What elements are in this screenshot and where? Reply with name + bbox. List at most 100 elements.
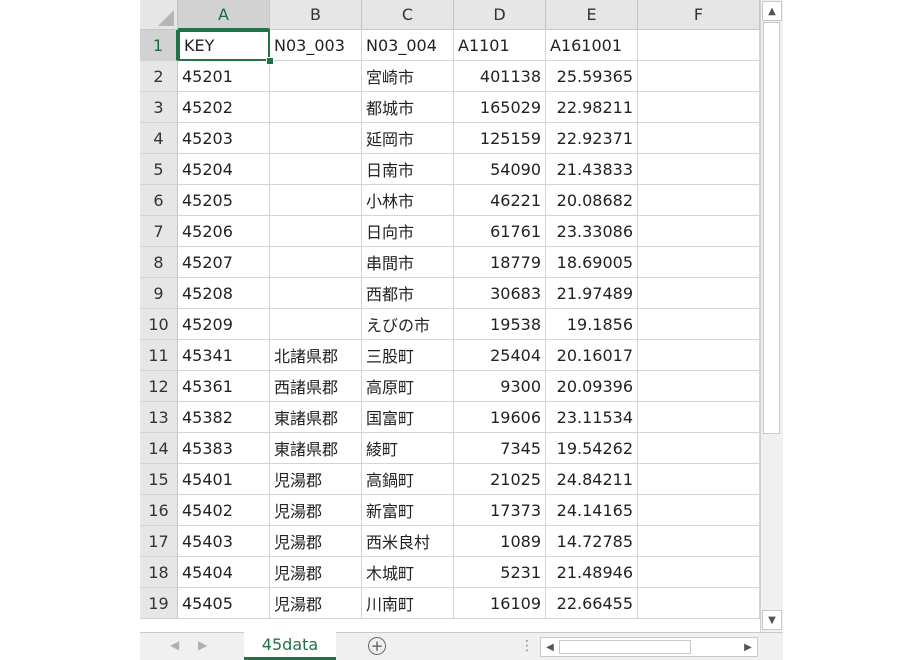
cell[interactable]: 19606 [454,402,546,433]
cell[interactable] [638,402,760,433]
cell[interactable]: A161001 [546,30,638,61]
row-header[interactable]: 12 [140,371,178,402]
cell[interactable]: 24.84211 [546,464,638,495]
cell[interactable]: 45203 [178,123,270,154]
row-header[interactable]: 2 [140,61,178,92]
cell[interactable]: えびの市 [362,309,454,340]
cell[interactable]: 児湯郡 [270,588,362,619]
cell[interactable] [638,340,760,371]
cell[interactable] [638,495,760,526]
cell[interactable]: 45402 [178,495,270,526]
cell[interactable]: 22.66455 [546,588,638,619]
cell[interactable]: 401138 [454,61,546,92]
cell[interactable]: 三股町 [362,340,454,371]
row-header[interactable]: 4 [140,123,178,154]
cell[interactable]: KEY [178,30,270,61]
cell[interactable]: 綾町 [362,433,454,464]
cell[interactable]: 5231 [454,557,546,588]
cell[interactable]: 21.97489 [546,278,638,309]
scroll-left-icon[interactable]: ◀ [542,639,558,655]
tab-next-chevron-right-icon[interactable]: ▶ [198,638,207,652]
cell[interactable]: 西米良村 [362,526,454,557]
cell[interactable]: 日向市 [362,216,454,247]
scroll-right-icon[interactable]: ▶ [740,639,756,655]
column-header-b[interactable]: B [270,0,362,30]
cell[interactable]: 1089 [454,526,546,557]
cell[interactable]: 21025 [454,464,546,495]
cell[interactable]: 9300 [454,371,546,402]
tab-splitter-handle[interactable]: ⋮ [520,638,534,654]
cell[interactable] [638,371,760,402]
row-header[interactable]: 16 [140,495,178,526]
cell[interactable]: 22.92371 [546,123,638,154]
add-sheet-plus-circle-icon[interactable]: + [368,637,386,655]
cell[interactable]: 高鍋町 [362,464,454,495]
cell[interactable]: 17373 [454,495,546,526]
cell[interactable] [638,309,760,340]
cell[interactable]: 21.43833 [546,154,638,185]
cell[interactable] [270,154,362,185]
vertical-scrollbar[interactable]: ▲ ▼ [760,0,783,632]
cell[interactable]: 東諸県郡 [270,433,362,464]
cell[interactable]: 24.14165 [546,495,638,526]
row-header[interactable]: 3 [140,92,178,123]
cell[interactable] [638,247,760,278]
cell[interactable]: 45403 [178,526,270,557]
cell[interactable]: 23.11534 [546,402,638,433]
cell[interactable]: 新富町 [362,495,454,526]
sheet-tab-45data[interactable]: 45data [244,632,336,660]
cell[interactable] [270,278,362,309]
cell[interactable]: 45205 [178,185,270,216]
cell[interactable]: 30683 [454,278,546,309]
cell[interactable]: 61761 [454,216,546,247]
cell[interactable]: 20.16017 [546,340,638,371]
cell[interactable]: 18779 [454,247,546,278]
scroll-up-icon[interactable]: ▲ [762,1,782,21]
cell[interactable] [270,61,362,92]
row-header[interactable]: 10 [140,309,178,340]
cell[interactable]: 25404 [454,340,546,371]
cell[interactable] [638,588,760,619]
row-header[interactable]: 17 [140,526,178,557]
cell[interactable]: 45383 [178,433,270,464]
horizontal-scroll-thumb[interactable] [559,640,691,654]
cell[interactable]: 16109 [454,588,546,619]
cell[interactable]: 165029 [454,92,546,123]
cell[interactable]: A1101 [454,30,546,61]
cell[interactable]: 延岡市 [362,123,454,154]
cell[interactable]: 高原町 [362,371,454,402]
cell[interactable]: 西都市 [362,278,454,309]
tab-prev-chevron-left-icon[interactable]: ◀ [170,638,179,652]
cell[interactable]: 20.09396 [546,371,638,402]
cell[interactable]: 45209 [178,309,270,340]
column-header-c[interactable]: C [362,0,454,30]
cell[interactable]: 19.54262 [546,433,638,464]
vertical-scroll-thumb[interactable] [763,22,780,434]
cell[interactable]: 45405 [178,588,270,619]
cell[interactable]: 45361 [178,371,270,402]
cell[interactable]: 西諸県郡 [270,371,362,402]
cell[interactable]: 串間市 [362,247,454,278]
cell[interactable]: 18.69005 [546,247,638,278]
cell[interactable]: 14.72785 [546,526,638,557]
cell[interactable]: 125159 [454,123,546,154]
horizontal-scrollbar[interactable]: ◀ ▶ [540,637,758,657]
cell[interactable]: 22.98211 [546,92,638,123]
cell[interactable]: 19.1856 [546,309,638,340]
cell[interactable]: 20.08682 [546,185,638,216]
row-header[interactable]: 1 [140,30,178,61]
cell[interactable]: N03_004 [362,30,454,61]
row-header[interactable]: 18 [140,557,178,588]
row-header[interactable]: 9 [140,278,178,309]
cell[interactable] [638,30,760,61]
cell[interactable] [638,526,760,557]
row-header[interactable]: 13 [140,402,178,433]
cell[interactable]: 児湯郡 [270,526,362,557]
row-header[interactable]: 8 [140,247,178,278]
fill-handle[interactable] [266,57,274,65]
cell[interactable]: 45204 [178,154,270,185]
cell[interactable]: 45341 [178,340,270,371]
cell[interactable] [270,92,362,123]
cell[interactable]: 25.59365 [546,61,638,92]
cell[interactable]: 45382 [178,402,270,433]
